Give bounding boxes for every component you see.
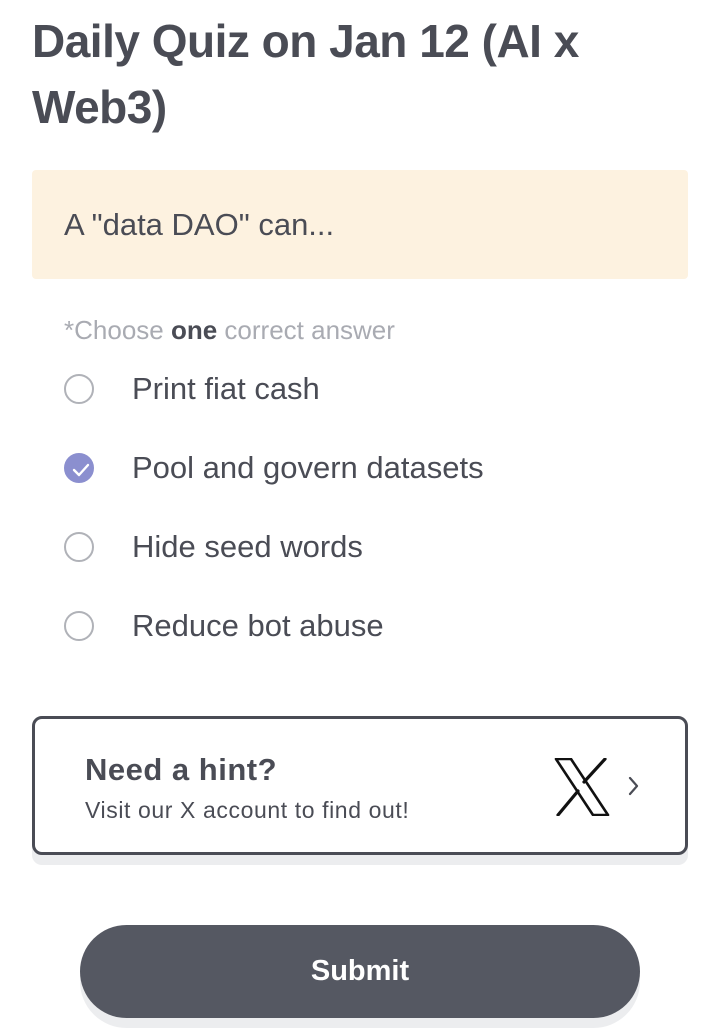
option-label: Hide seed words — [132, 528, 363, 564]
answer-option-reduce-bot-abuse[interactable]: Reduce bot abuse — [64, 586, 664, 665]
option-label: Pool and govern datasets — [132, 449, 484, 485]
instruction-prefix: *Choose — [64, 315, 171, 345]
option-label: Print fiat cash — [132, 370, 320, 406]
answer-instruction: *Choose one correct answer — [64, 312, 395, 348]
page-title: Daily Quiz on Jan 12 (AI x Web3) — [32, 15, 579, 133]
radio-unchecked-icon[interactable] — [64, 610, 94, 641]
answer-options: Print fiat cash Pool and govern datasets… — [64, 349, 664, 665]
hint-card-button[interactable]: Need a hint? Visit our X account to find… — [32, 716, 688, 855]
radio-unchecked-icon[interactable] — [64, 373, 94, 404]
answer-option-pool-and-govern-datasets[interactable]: Pool and govern datasets — [64, 428, 664, 507]
radio-unchecked-icon[interactable] — [64, 531, 94, 562]
question-box: A "data DAO" can... — [32, 170, 688, 279]
question-text: A "data DAO" can... — [64, 206, 335, 242]
option-label: Reduce bot abuse — [132, 607, 384, 643]
chevron-right-icon — [628, 776, 639, 796]
x-logo-icon — [554, 758, 610, 816]
radio-checked-icon[interactable] — [64, 452, 94, 483]
submit-button[interactable]: Submit — [80, 925, 640, 1018]
answer-option-hide-seed-words[interactable]: Hide seed words — [64, 507, 664, 586]
instruction-emphasis: one — [170, 315, 218, 345]
instruction-suffix: correct answer — [217, 315, 395, 345]
hint-subtitle: Visit our X account to find out! — [85, 797, 410, 823]
hint-title: Need a hint? — [85, 752, 278, 787]
answer-option-print-fiat-cash[interactable]: Print fiat cash — [64, 349, 664, 428]
checkmark-icon — [72, 463, 90, 476]
